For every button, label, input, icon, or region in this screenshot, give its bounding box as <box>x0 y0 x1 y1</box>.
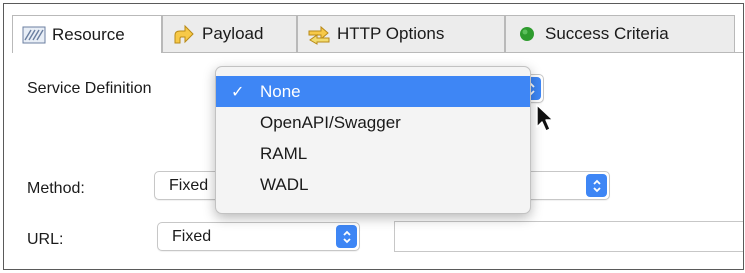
url-input[interactable] <box>394 221 743 252</box>
menu-item-label: RAML <box>260 143 308 163</box>
checkmark-icon: ✓ <box>231 84 245 101</box>
method-value: Fixed <box>169 176 209 194</box>
method-stepper-icon[interactable] <box>586 174 607 197</box>
resource-panel: Resource Payload HTTP Options Success Cr… <box>3 3 744 270</box>
tab-label: HTTP Options <box>337 24 445 43</box>
menu-item-label: OpenAPI/Swagger <box>260 112 401 132</box>
http-options-icon <box>307 23 331 45</box>
url-mode-stepper-icon[interactable] <box>336 225 357 248</box>
menu-item-raml[interactable]: RAML <box>216 138 530 169</box>
service-definition-dropdown-menu: ✓ None OpenAPI/Swagger RAML WADL <box>215 66 531 214</box>
mouse-pointer-icon <box>535 103 557 138</box>
menu-item-label: WADL <box>260 174 309 194</box>
menu-item-wadl[interactable]: WADL <box>216 169 530 200</box>
tab-resource[interactable]: Resource <box>12 15 162 53</box>
tab-payload[interactable]: Payload <box>162 15 297 52</box>
tab-bar: Resource Payload HTTP Options Success Cr… <box>12 15 743 53</box>
url-label: URL: <box>27 231 64 248</box>
tab-http-options[interactable]: HTTP Options <box>297 15 505 52</box>
tab-success-criteria[interactable]: Success Criteria <box>505 15 735 52</box>
service-definition-label: Service Definition <box>27 80 152 97</box>
payload-icon <box>172 23 196 45</box>
menu-item-none[interactable]: ✓ None <box>216 76 530 107</box>
tab-label: Payload <box>202 24 264 43</box>
url-mode-select[interactable]: Fixed <box>157 222 360 251</box>
url-mode-value: Fixed <box>172 227 212 245</box>
menu-item-label: None <box>260 81 301 101</box>
success-criteria-icon <box>515 23 539 45</box>
method-label: Method: <box>27 180 85 197</box>
tab-label: Resource <box>52 24 125 44</box>
menu-item-openapi-swagger[interactable]: OpenAPI/Swagger <box>216 107 530 138</box>
tab-label: Success Criteria <box>545 24 669 43</box>
resource-icon <box>22 24 46 46</box>
